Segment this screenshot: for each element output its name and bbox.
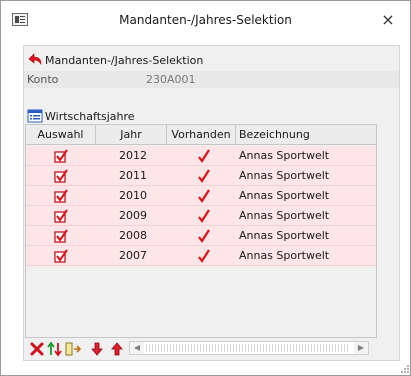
checkmark-icon bbox=[198, 209, 210, 223]
auswahl-cell[interactable] bbox=[26, 166, 96, 186]
jahr-cell: 2012 bbox=[119, 149, 147, 162]
vorhanden-cell bbox=[167, 146, 236, 166]
checkmark-icon bbox=[198, 149, 210, 163]
fiscal-years-section-header: Wirtschaftsjahre bbox=[24, 106, 399, 126]
selected-checkbox-icon[interactable] bbox=[54, 169, 68, 183]
scroll-right-icon[interactable]: ▶ bbox=[354, 342, 368, 354]
dialog-window: Mandanten-/Jahres-Selektion × Mandanten-… bbox=[0, 0, 411, 376]
bezeichnung-cell: Annas Sportwelt bbox=[239, 189, 330, 202]
scrollbar-thumb[interactable] bbox=[146, 344, 350, 352]
column-header-auswahl[interactable]: Auswahl bbox=[26, 125, 96, 145]
auswahl-cell[interactable] bbox=[26, 226, 96, 246]
auswahl-cell[interactable] bbox=[26, 146, 96, 166]
table-row[interactable]: 2007 Annas Sportwelt bbox=[26, 246, 376, 266]
auswahl-cell[interactable] bbox=[26, 206, 96, 226]
grid-header: Auswahl Jahr Vorhanden Bezeichnung bbox=[26, 125, 376, 145]
vorhanden-cell bbox=[167, 166, 236, 186]
selected-checkbox-icon[interactable] bbox=[54, 149, 68, 163]
konto-value: 230A001 bbox=[146, 73, 196, 86]
sort-icon[interactable] bbox=[47, 341, 63, 357]
vorhanden-cell bbox=[167, 206, 236, 226]
selection-section-title: Mandanten-/Jahres-Selektion bbox=[45, 54, 204, 67]
auswahl-cell[interactable] bbox=[26, 186, 96, 206]
table-row[interactable]: 2010 Annas Sportwelt bbox=[26, 186, 376, 206]
checkmark-icon bbox=[198, 229, 210, 243]
bezeichnung-cell: Annas Sportwelt bbox=[239, 249, 330, 262]
move-up-icon[interactable] bbox=[109, 341, 125, 357]
column-header-bezeichnung[interactable]: Bezeichnung bbox=[236, 125, 376, 145]
selected-checkbox-icon[interactable] bbox=[54, 189, 68, 203]
bezeichnung-cell: Annas Sportwelt bbox=[239, 229, 330, 242]
dialog-content: Mandanten-/Jahres-Selektion Konto 230A00… bbox=[23, 45, 400, 361]
undo-arrow-icon bbox=[28, 53, 42, 65]
fiscal-years-grid: Auswahl Jahr Vorhanden Bezeichnung 2012 … bbox=[25, 124, 377, 338]
selected-checkbox-icon[interactable] bbox=[54, 249, 68, 263]
delete-icon[interactable] bbox=[29, 341, 45, 357]
move-down-icon[interactable] bbox=[89, 341, 105, 357]
checkmark-icon bbox=[198, 189, 210, 203]
selected-checkbox-icon[interactable] bbox=[54, 209, 68, 223]
table-row[interactable]: 2011 Annas Sportwelt bbox=[26, 166, 376, 186]
list-icon bbox=[27, 109, 43, 123]
checkmark-icon bbox=[198, 169, 210, 183]
window-title: Mandanten-/Jahres-Selektion bbox=[119, 13, 292, 27]
selected-checkbox-icon[interactable] bbox=[54, 229, 68, 243]
move-column-icon[interactable] bbox=[65, 341, 81, 357]
title-bar[interactable]: Mandanten-/Jahres-Selektion × bbox=[1, 1, 410, 39]
jahr-cell: 2007 bbox=[119, 249, 147, 262]
bezeichnung-cell: Annas Sportwelt bbox=[239, 169, 330, 182]
vorhanden-cell bbox=[167, 246, 236, 266]
jahr-cell: 2009 bbox=[119, 209, 147, 222]
fiscal-years-section-title: Wirtschaftsjahre bbox=[45, 110, 135, 123]
horizontal-scrollbar[interactable]: ◀ ▶ bbox=[129, 341, 369, 355]
grid-toolbar: ◀ ▶ bbox=[25, 339, 399, 359]
column-header-jahr[interactable]: Jahr bbox=[96, 125, 167, 145]
checkmark-icon bbox=[198, 249, 210, 263]
table-row[interactable]: 2008 Annas Sportwelt bbox=[26, 226, 376, 246]
table-row[interactable]: 2012 Annas Sportwelt bbox=[26, 146, 376, 166]
jahr-cell: 2008 bbox=[119, 229, 147, 242]
jahr-cell: 2010 bbox=[119, 189, 147, 202]
konto-label: Konto bbox=[27, 73, 59, 86]
bezeichnung-cell: Annas Sportwelt bbox=[239, 209, 330, 222]
auswahl-cell[interactable] bbox=[26, 246, 96, 266]
close-button[interactable]: × bbox=[373, 7, 403, 33]
scroll-left-icon[interactable]: ◀ bbox=[130, 342, 144, 354]
resize-grip-icon[interactable] bbox=[400, 364, 410, 374]
table-row[interactable]: 2009 Annas Sportwelt bbox=[26, 206, 376, 226]
jahr-cell: 2011 bbox=[119, 169, 147, 182]
vorhanden-cell bbox=[167, 226, 236, 246]
konto-row: Konto 230A001 bbox=[24, 71, 399, 88]
selection-section-header: Mandanten-/Jahres-Selektion bbox=[24, 50, 399, 70]
bezeichnung-cell: Annas Sportwelt bbox=[239, 149, 330, 162]
column-header-vorhanden[interactable]: Vorhanden bbox=[167, 125, 236, 145]
vorhanden-cell bbox=[167, 186, 236, 206]
